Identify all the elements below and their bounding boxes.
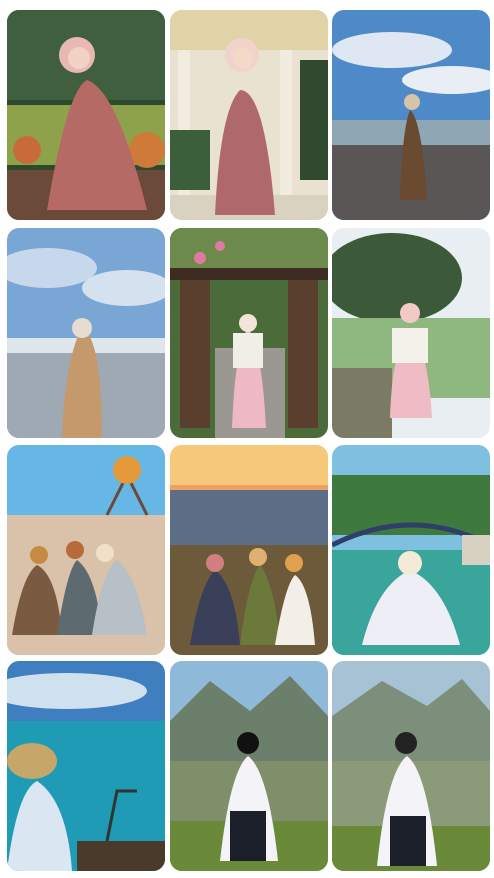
photo-tile-5[interactable] [170,228,328,438]
photo-tile-8[interactable] [170,445,328,655]
photo-tile-12[interactable] [332,661,490,871]
sand-dunes-photo [7,445,165,655]
bridge-lake-photo [332,445,490,655]
photo-tile-9[interactable] [332,445,490,655]
photo-tile-4[interactable] [7,228,165,438]
photo-tile-3[interactable] [332,10,490,220]
beach-calm-photo [7,228,165,438]
sea-deck-photo [7,661,165,871]
mountain-village-photo [170,661,328,871]
photo-tile-1[interactable] [7,10,165,220]
gazebo-photo [170,10,328,220]
sunset-hill-photo [170,445,328,655]
garden-bench-photo [7,10,165,220]
photo-tile-10[interactable] [7,661,165,871]
photo-tile-11[interactable] [170,661,328,871]
lakeside-photo [332,228,490,438]
photo-tile-6[interactable] [332,228,490,438]
pergola-garden-photo [170,228,328,438]
mountain-village-2-photo [332,661,490,871]
photo-tile-2[interactable] [170,10,328,220]
beach-cloudy-photo [332,10,490,220]
photo-grid [0,0,494,878]
photo-tile-7[interactable] [7,445,165,655]
